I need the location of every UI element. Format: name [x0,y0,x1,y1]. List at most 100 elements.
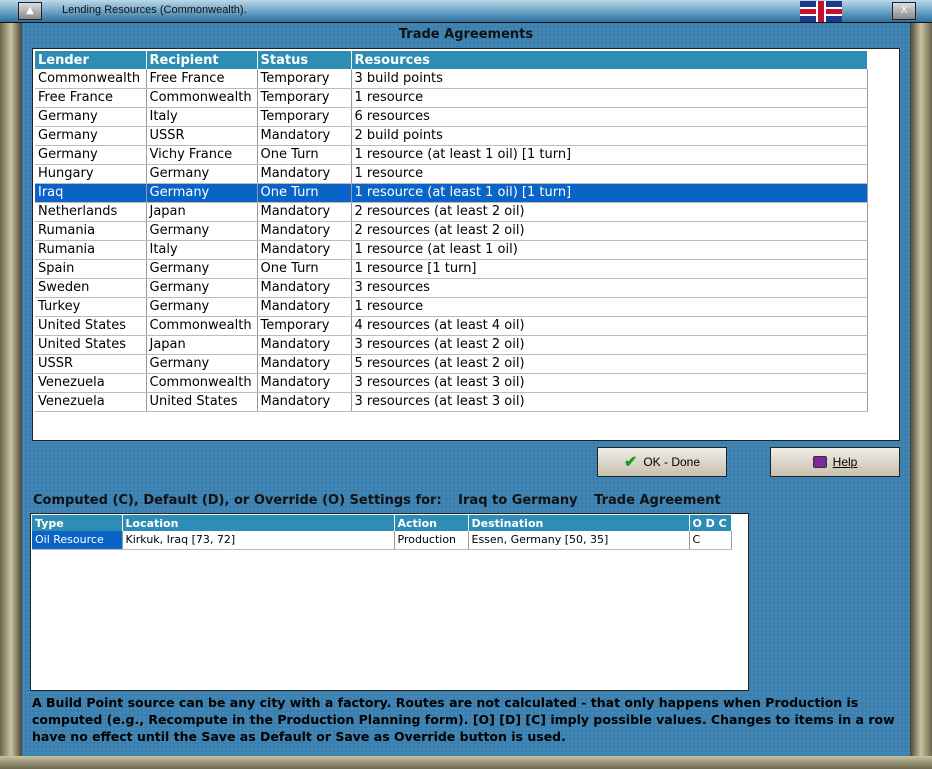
table-cell[interactable]: Iraq [35,183,147,203]
table-row[interactable]: Germany USSR Mandatory 2 build points [35,126,868,146]
column-header[interactable]: O D C [689,515,732,531]
table-cell[interactable]: Free France [146,69,258,89]
table-cell[interactable]: USSR [146,126,258,146]
table-cell[interactable]: Oil Resource [32,531,123,550]
table-cell[interactable]: 1 resource [351,88,868,108]
table-cell[interactable]: 1 resource (at least 1 oil) [1 turn] [351,183,868,203]
table-cell[interactable]: 3 resources (at least 3 oil) [351,373,868,393]
table-cell[interactable]: Kirkuk, Iraq [73, 72] [122,531,395,550]
table-row[interactable]: Germany Vichy France One Turn 1 resource (a… [35,145,868,165]
table-cell[interactable]: Mandatory [257,335,352,355]
table-cell[interactable]: C [689,531,732,550]
table-row[interactable]: USSR Germany Mandatory 5 resources (at leas… [35,354,868,374]
table-row[interactable]: Venezuela United States Mandatory 3 resourc… [35,392,868,412]
table-cell[interactable]: Vichy France [146,145,258,165]
table-cell[interactable]: Japan [146,202,258,222]
column-header[interactable]: Recipient [146,51,258,69]
table-row[interactable]: Iraq Germany One Turn 1 resource (at least … [35,183,868,203]
table-cell[interactable]: Spain [35,259,147,279]
table-cell[interactable]: Mandatory [257,278,352,298]
table-row[interactable]: Netherlands Japan Mandatory 2 resources (at… [35,202,868,222]
table-cell[interactable]: Venezuela [35,392,147,412]
table-row[interactable]: Rumania Italy Mandatory 1 resource (at leas… [35,240,868,260]
table-cell[interactable]: Mandatory [257,373,352,393]
table-cell[interactable]: Mandatory [257,126,352,146]
table-cell[interactable]: United States [35,316,147,336]
column-header[interactable]: Lender [35,51,147,69]
table-cell[interactable]: 3 build points [351,69,868,89]
table-cell[interactable]: 4 resources (at least 4 oil) [351,316,868,336]
table-cell[interactable]: 3 resources [351,278,868,298]
table-cell[interactable]: Netherlands [35,202,147,222]
table-cell[interactable]: Rumania [35,221,147,241]
table-cell[interactable]: Germany [35,126,147,146]
minimize-button[interactable]: ▲ [18,2,42,20]
table-cell[interactable]: 1 resource (at least 1 oil) [1 turn] [351,145,868,165]
table-cell[interactable]: Germany [35,145,147,165]
table-cell[interactable]: One Turn [257,259,352,279]
table-cell[interactable]: Germany [146,164,258,184]
table-cell[interactable]: 2 resources (at least 2 oil) [351,221,868,241]
table-cell[interactable]: Germany [146,278,258,298]
table-cell[interactable]: Turkey [35,297,147,317]
column-header[interactable]: Resources [351,51,868,69]
table-cell[interactable]: Commonwealth [146,88,258,108]
table-cell[interactable]: Commonwealth [146,373,258,393]
table-cell[interactable]: Mandatory [257,354,352,374]
table-row[interactable]: Hungary Germany Mandatory 1 resource [35,164,868,184]
table-cell[interactable]: Temporary [257,88,352,108]
table-cell[interactable]: Sweden [35,278,147,298]
table-cell[interactable]: Italy [146,107,258,127]
column-header[interactable]: Destination [468,515,690,531]
table-cell[interactable]: Mandatory [257,392,352,412]
ok-done-button[interactable]: ✔ OK - Done [597,447,727,477]
table-cell[interactable]: 3 resources (at least 3 oil) [351,392,868,412]
close-button[interactable]: X [892,2,916,20]
table-cell[interactable]: Italy [146,240,258,260]
table-cell[interactable]: 2 build points [351,126,868,146]
table-cell[interactable]: Germany [35,107,147,127]
table-cell[interactable]: Mandatory [257,240,352,260]
table-cell[interactable]: Germany [146,259,258,279]
table-row[interactable]: Commonwealth Free France Temporary 3 build … [35,69,868,89]
table-cell[interactable]: 3 resources (at least 2 oil) [351,335,868,355]
column-header[interactable]: Type [32,515,123,531]
table-cell[interactable]: Germany [146,297,258,317]
table-row[interactable]: Venezuela Commonwealth Mandatory 3 resource… [35,373,868,393]
column-header[interactable]: Action [394,515,469,531]
column-header[interactable]: Location [122,515,395,531]
table-cell[interactable]: Commonwealth [146,316,258,336]
table-cell[interactable]: One Turn [257,183,352,203]
table-cell[interactable]: Hungary [35,164,147,184]
table-cell[interactable]: Mandatory [257,202,352,222]
table-cell[interactable]: 1 resource (at least 1 oil) [351,240,868,260]
table-cell[interactable]: 2 resources (at least 2 oil) [351,202,868,222]
table-cell[interactable]: Temporary [257,107,352,127]
table-cell[interactable]: 1 resource [351,297,868,317]
table-row[interactable]: Germany Italy Temporary 6 resources [35,107,868,127]
help-button[interactable]: Help [770,447,900,477]
table-row[interactable]: Free France Commonwealth Temporary 1 resour… [35,88,868,108]
table-cell[interactable]: United States [35,335,147,355]
table-cell[interactable]: United States [146,392,258,412]
table-cell[interactable]: Temporary [257,316,352,336]
table-cell[interactable]: Free France [35,88,147,108]
table-cell[interactable]: Japan [146,335,258,355]
table-cell[interactable]: Germany [146,354,258,374]
table-cell[interactable]: Commonwealth [35,69,147,89]
table-cell[interactable]: Temporary [257,69,352,89]
table-cell[interactable]: 5 resources (at least 2 oil) [351,354,868,374]
table-cell[interactable]: Germany [146,183,258,203]
table-cell[interactable]: Mandatory [257,221,352,241]
table-row[interactable]: Rumania Germany Mandatory 2 resources (at l… [35,221,868,241]
table-cell[interactable]: Mandatory [257,164,352,184]
table-cell[interactable]: Essen, Germany [50, 35] [468,531,690,550]
table-row[interactable]: United States Commonwealth Temporary 4 reso… [35,316,868,336]
table-cell[interactable]: Mandatory [257,297,352,317]
table-cell[interactable]: Production [394,531,469,550]
table-cell[interactable]: 1 resource [1 turn] [351,259,868,279]
table-cell[interactable]: Venezuela [35,373,147,393]
table-cell[interactable]: USSR [35,354,147,374]
table-row[interactable]: Oil Resource Kirkuk, Iraq [73, 72] Product… [32,531,732,550]
table-row[interactable]: United States Japan Mandatory 3 resources (… [35,335,868,355]
